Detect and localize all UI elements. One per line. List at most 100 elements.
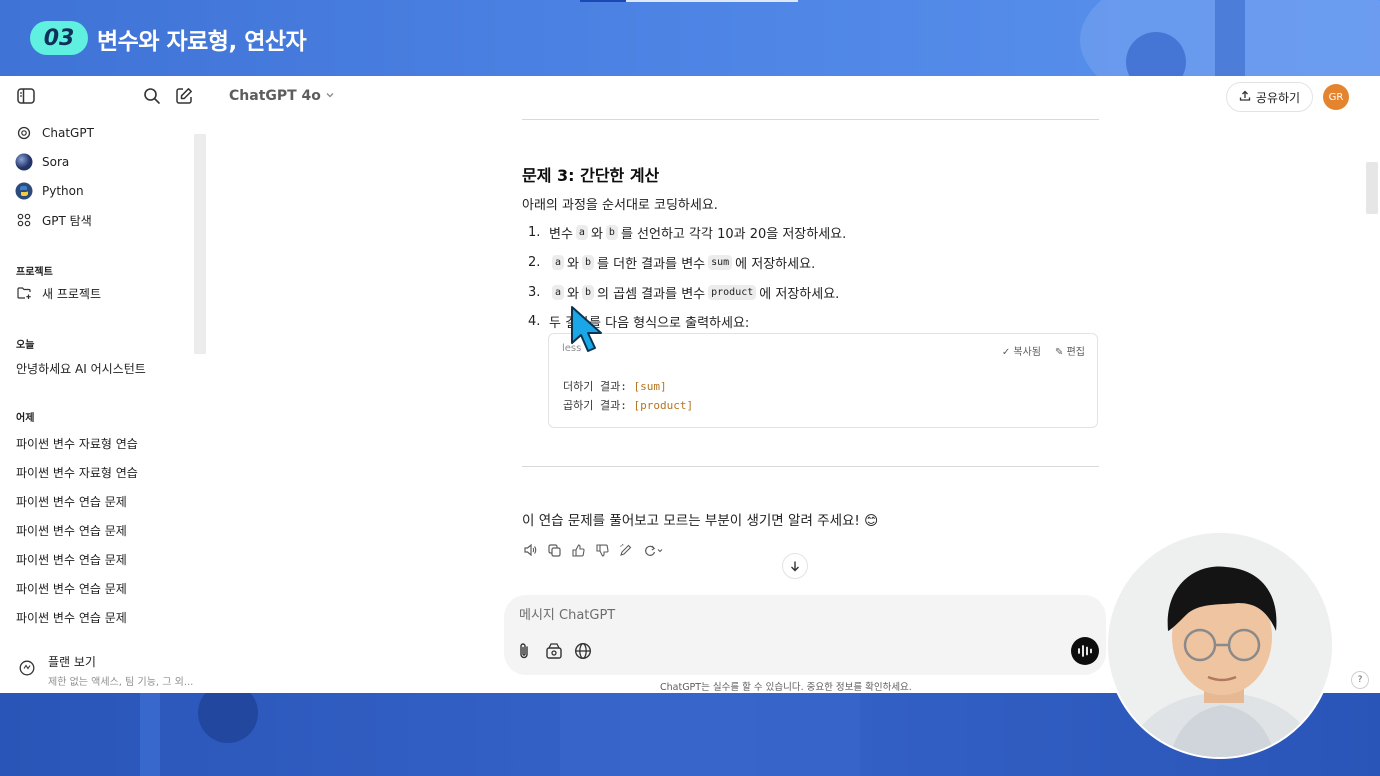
history-item[interactable]: 안녕하세요 AI 어시스턴트 [16, 360, 146, 377]
inline-code: product [708, 285, 757, 300]
inline-code: b [582, 285, 595, 300]
voice-mode-button[interactable] [1071, 637, 1099, 665]
yesterday-heading: 어제 [16, 413, 35, 424]
inline-code: sum [708, 255, 733, 270]
list-text: 의 곱셈 결과를 변수 [597, 287, 706, 302]
frame-decoration [198, 693, 258, 743]
code-actions: ✓ 복사됨 ✎ 편집 [1002, 343, 1085, 358]
disclaimer: ChatGPT는 실수를 할 수 있습니다. 중요한 정보를 확인하세요. [660, 682, 912, 693]
message-composer [504, 595, 1106, 675]
problem-heading: 문제 3: 간단한 계산 [522, 166, 660, 185]
chapter-badge: 03 [30, 21, 88, 55]
code-text: 더하기 결과: [563, 380, 634, 393]
inline-code: b [582, 255, 595, 270]
frame-decoration [560, 693, 860, 776]
inline-code: b [605, 225, 618, 240]
grid-icon [14, 210, 34, 230]
instructor-video [1108, 533, 1332, 757]
chevron-down-icon [325, 88, 335, 104]
divider [522, 466, 1099, 467]
globe-icon[interactable] [572, 640, 594, 662]
new-project-button[interactable]: 새 프로젝트 [14, 281, 101, 305]
thumbs-down-icon[interactable] [594, 542, 610, 558]
list-item: 2. a 와 b 를 더한 결과를 변수 sum 에 저장하세요. [528, 253, 815, 272]
sidebar-item-chatgpt[interactable]: ChatGPT [14, 121, 94, 145]
edit-canvas-icon[interactable] [618, 542, 634, 558]
regenerate-icon[interactable] [642, 542, 666, 558]
sidebar-toggle-icon[interactable] [14, 84, 38, 108]
sidebar-item-label: ChatGPT [42, 126, 94, 140]
share-label: 공유하기 [1255, 90, 1301, 105]
list-item: 4. 두 결과를 다음 형식으로 출력하세요: [528, 312, 749, 331]
thumbs-up-icon[interactable] [570, 542, 586, 558]
folder-plus-icon [14, 283, 34, 303]
list-text: 변수 [549, 227, 573, 242]
code-placeholder: [product] [633, 399, 694, 412]
list-number: 4. [528, 314, 541, 329]
upload-icon [1239, 90, 1251, 105]
python-icon [14, 181, 34, 201]
list-number: 1. [528, 225, 541, 240]
inline-code: a [552, 285, 565, 300]
message-input[interactable] [519, 605, 919, 625]
code-placeholder: [sum] [633, 380, 667, 393]
share-button[interactable]: 공유하기 [1226, 82, 1313, 112]
image-create-icon[interactable] [543, 640, 565, 662]
sidebar-item-gpt-explore[interactable]: GPT 탐색 [14, 208, 92, 232]
history-item[interactable]: 파이썬 변수 자료형 연습 [16, 464, 138, 481]
read-aloud-icon[interactable] [522, 542, 538, 558]
list-number: 3. [528, 285, 541, 300]
sora-icon [14, 152, 34, 172]
copy-button[interactable]: ✓ 복사됨 [1002, 343, 1041, 358]
history-item[interactable]: 파이썬 변수 연습 문제 [16, 551, 127, 568]
history-item[interactable]: 파이썬 변수 연습 문제 [16, 580, 127, 597]
code-block: less ✓ 복사됨 ✎ 편집 더하기 결과: [sum] 곱하기 결과: [p… [548, 333, 1098, 428]
inline-code: a [552, 255, 565, 270]
history-item[interactable]: 파이썬 변수 연습 문제 [16, 609, 127, 626]
list-item: 1. 변수 a 와 b 를 선언하고 각각 10과 20을 저장하세요. [528, 223, 846, 242]
new-project-label: 새 프로젝트 [42, 286, 102, 301]
list-text: 를 선언하고 각각 10과 20을 저장하세요. [620, 227, 847, 242]
code-text: 곱하기 결과: [563, 399, 634, 412]
sidebar: ChatGPT Sora Python GPT 탐색 프로젝트 새 프로젝트 오… [0, 76, 208, 693]
sidebar-item-sora[interactable]: Sora [14, 150, 69, 174]
code-line: 더하기 결과: [sum] [563, 378, 667, 394]
list-text: 를 더한 결과를 변수 [597, 257, 706, 272]
mouse-cursor-icon [571, 306, 602, 352]
avatar[interactable]: GR [1323, 84, 1349, 110]
history-item[interactable]: 파이썬 변수 연습 문제 [16, 522, 127, 539]
plan-title: 플랜 보기 [48, 655, 96, 669]
sidebar-item-label: Sora [42, 155, 70, 169]
main-scrollbar[interactable] [1366, 162, 1378, 214]
pencil-icon: ✎ [1055, 347, 1064, 358]
instructor-webcam [1106, 531, 1334, 759]
list-text: 에 저장하세요. [759, 287, 840, 302]
divider [522, 119, 1099, 120]
progress-line-fill [580, 0, 626, 2]
search-icon[interactable] [140, 84, 164, 108]
closing-message: 이 연습 문제를 풀어보고 모르는 부분이 생기면 알려 주세요! 😊 [522, 513, 879, 529]
banner-decoration [1215, 0, 1245, 76]
copy-icon[interactable] [546, 542, 562, 558]
sidebar-scrollbar[interactable] [194, 134, 206, 354]
history-item[interactable]: 파이썬 변수 자료형 연습 [16, 435, 138, 452]
code-line: 곱하기 결과: [product] [563, 397, 693, 413]
projects-heading: 프로젝트 [16, 267, 53, 278]
chapter-title: 변수와 자료형, 연산자 [97, 29, 307, 55]
scroll-down-button[interactable] [782, 553, 808, 579]
list-item: 3. a 와 b 의 곱셈 결과를 변수 product 에 저장하세요. [528, 283, 839, 302]
attach-icon[interactable] [513, 640, 535, 662]
sidebar-item-python[interactable]: Python [14, 179, 84, 203]
problem-intro: 아래의 과정을 순서대로 코딩하세요. [522, 198, 718, 213]
edit-button[interactable]: ✎ 편집 [1055, 343, 1085, 358]
model-selector[interactable]: ChatGPT 4o [229, 88, 335, 104]
view-plans-button[interactable]: 플랜 보기 제한 없는 액세스, 팀 기능, 그 외... [16, 653, 202, 688]
help-button[interactable]: ? [1351, 671, 1369, 689]
lecture-banner: 03 변수와 자료형, 연산자 [0, 0, 1380, 76]
list-text: 와 [567, 287, 579, 302]
history-item[interactable]: 파이썬 변수 연습 문제 [16, 493, 127, 510]
sidebar-item-label: Python [42, 184, 84, 198]
openai-icon [14, 123, 34, 143]
new-chat-icon[interactable] [172, 84, 196, 108]
plan-subtitle: 제한 없는 액세스, 팀 기능, 그 외... [48, 677, 194, 688]
